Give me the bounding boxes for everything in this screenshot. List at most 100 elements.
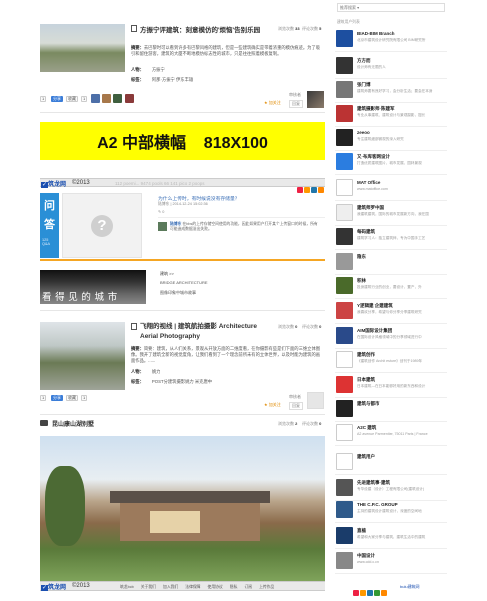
feature-kicker[interactable]: 建筑 >> [160, 271, 174, 277]
site-logo[interactable]: ✓筑龙网 [41, 179, 66, 188]
post2-thumbnail[interactable] [40, 322, 125, 390]
sidebar-user-item[interactable]: zeeoo 专注建筑细部微观的深入研究 [335, 128, 447, 150]
post1-follow-button[interactable]: ★ 加关注 [264, 100, 281, 106]
sidebar-user-item[interactable]: 建筑创作 《建筑创作 Archit esture》创刊于1989年 [335, 350, 447, 372]
footer-link[interactable]: 加入我们 [163, 585, 178, 589]
sidebar-user-item[interactable]: 直植 希望和大家分享与建筑，建筑生活中的建筑 [335, 526, 447, 548]
footer-link[interactable]: 关于我们 [141, 585, 156, 589]
footer-social-icons[interactable] [352, 583, 387, 601]
sidebar-user-item[interactable]: 方方而 设计师有无限的人 [335, 56, 447, 78]
user-logo-icon[interactable] [336, 351, 353, 368]
user-name[interactable]: 隐东 [357, 254, 366, 260]
post1-share-button[interactable]: 分享 [51, 96, 63, 102]
post1-avatar-2[interactable] [102, 94, 111, 103]
sidebar-user-item[interactable]: 每码建筑 建筑学习人：独立建筑师，专为中国手工艺 [335, 227, 447, 249]
sidebar-user-item[interactable]: 积林 投身建筑行业的创业，要设计，置产，外 [335, 276, 447, 298]
user-name[interactable]: A2C 建筑 [357, 425, 376, 431]
sidebar-user-item[interactable]: 张门博 建筑师要有良好学习，会分析生活；要会在本身 [335, 80, 447, 102]
qa-section-tag[interactable]: 问 答 125 Q&A [40, 193, 59, 258]
sidebar-user-item[interactable]: Y逻辑建 企建建筑 我喜欢分享，希望与你分享分享建筑研究 [335, 301, 447, 323]
post1-avatar-1[interactable] [91, 94, 100, 103]
user-name[interactable]: zeeoo [357, 130, 370, 135]
sidebar-user-item[interactable]: 隐东 [335, 252, 447, 274]
post2-title[interactable]: 飞翔的视线 | 建筑航拍摄影 Architecture Aerial Photo… [140, 322, 272, 342]
user-logo-icon[interactable] [336, 277, 353, 294]
sidebar-search[interactable]: 推荐搜索 ▾ [337, 3, 445, 12]
sidebar-user-item[interactable]: 建筑摄影师·陈建军 专业从事建筑、建筑设计与景观摄影，擅长 [335, 104, 447, 126]
post1-reply-button[interactable]: 回复 [289, 100, 303, 108]
user-logo-icon[interactable] [336, 302, 353, 319]
user-logo-icon[interactable] [336, 105, 353, 122]
sidebar-user-item[interactable]: THE C.P.C. GROUP 主持的建筑设计建筑设计，深度的空间地 [335, 500, 447, 522]
user-logo-icon[interactable] [336, 57, 353, 74]
qa-title[interactable]: 为什么上传时，有时候说没有存储量？ [158, 195, 240, 202]
sidebar-user-item[interactable]: AIM国际设计集团 在国际设计风格领域中的分享领域进行中 [335, 326, 447, 348]
user-logo-icon[interactable] [336, 327, 353, 344]
feature-image[interactable]: 看 得 见 的 城 市 [40, 270, 146, 304]
sidebar-user-item[interactable]: 中国设计 www.cdd.c.cn [335, 551, 447, 573]
sidebar-user-item[interactable]: BIAD-BIM Branch 北京市建筑设计研究院有限公司 BIM研究所 [335, 29, 447, 51]
user-logo-icon[interactable] [336, 424, 353, 441]
footer-right-brand[interactable]: bulu建筑网 [400, 584, 420, 590]
post2-reviewer-avatar[interactable] [307, 392, 324, 409]
user-logo-icon[interactable] [336, 81, 353, 98]
user-logo-icon[interactable] [336, 153, 353, 170]
user-name[interactable]: 建筑与都市 [357, 401, 380, 407]
footer-logo[interactable]: ✓筑龙网 [41, 582, 66, 591]
user-logo-icon[interactable] [336, 129, 353, 146]
user-name[interactable]: 建筑师罗中国 [357, 205, 384, 211]
user-name[interactable]: AIM国际设计集团 [357, 328, 392, 334]
user-logo-icon[interactable] [336, 228, 353, 245]
post2-share-button[interactable]: 分享 [51, 395, 63, 401]
user-name[interactable]: 直植 [357, 528, 366, 534]
user-name[interactable]: 建筑创作 [357, 352, 375, 358]
mid-banner-ad[interactable]: A2 中部横幅 818X100 [40, 122, 325, 160]
post2-fav-button[interactable]: 收藏 [66, 395, 78, 401]
footer-link[interactable]: 筑龙bcb [120, 585, 134, 589]
user-name[interactable]: 中国设计 [357, 553, 375, 559]
user-name[interactable]: Y逻辑建 企建建筑 [357, 303, 393, 309]
qa-placeholder-image[interactable]: ? [62, 193, 142, 258]
user-logo-icon[interactable] [336, 527, 353, 544]
user-name[interactable]: BIAD-BIM Branch [357, 31, 395, 36]
user-logo-icon[interactable] [336, 501, 353, 518]
sidebar-user-item[interactable]: 日本建筑 日本建筑—在日本能够好用的新东西和设计 [335, 375, 447, 397]
user-name[interactable]: THE C.P.C. GROUP [357, 502, 398, 507]
user-name[interactable]: 又·布库客网设计 [357, 154, 390, 160]
post3-title[interactable]: 昆山康山湖别墅 [52, 419, 94, 428]
social-icons[interactable] [296, 180, 324, 198]
user-logo-icon[interactable] [336, 453, 353, 470]
sidebar-user-item[interactable]: MAT Office www.matoffice.com [335, 178, 447, 200]
sidebar-user-item[interactable]: 先进建筑事·建筑 专华设建（设计）工程有限公司(建筑设计) [335, 478, 447, 500]
user-name[interactable]: 积林 [357, 278, 366, 284]
user-name[interactable]: 张门博 [357, 82, 371, 88]
sidebar-user-item[interactable]: A2C 建筑 A2 avenue Parmentier, 75011 Paris … [335, 423, 447, 445]
sidebar-user-item[interactable]: 建筑与都市 [335, 399, 447, 421]
user-name[interactable]: 方方而 [357, 58, 371, 64]
user-name[interactable]: 日本建筑 [357, 377, 375, 383]
post1-avatar-4[interactable] [125, 94, 134, 103]
footer-link[interactable]: 法律保障 [185, 585, 200, 589]
user-logo-icon[interactable] [336, 204, 353, 221]
footer-link[interactable]: 隐私 [230, 585, 238, 589]
user-logo-icon[interactable] [336, 400, 353, 417]
sidebar-user-item[interactable]: 建筑用户 [335, 452, 447, 474]
post1-reviewer-avatar[interactable] [307, 91, 324, 108]
user-logo-icon[interactable] [336, 376, 353, 393]
user-name[interactable]: 建筑用户 [357, 454, 375, 460]
post1-title[interactable]: 方振宁评建筑：刻意模仿的'烦恼'告别乐园 [140, 24, 260, 34]
post1-avatar-3[interactable] [113, 94, 122, 103]
user-name[interactable]: 建筑摄影师·陈建军 [357, 106, 395, 112]
user-logo-icon[interactable] [336, 30, 353, 47]
footer-link[interactable]: 上传作品 [259, 585, 274, 589]
user-logo-icon[interactable] [336, 479, 353, 496]
user-logo-icon[interactable] [336, 179, 353, 196]
user-name[interactable]: 先进建筑事·建筑 [357, 480, 390, 486]
user-logo-icon[interactable] [336, 253, 353, 270]
user-name[interactable]: 每码建筑 [357, 229, 375, 235]
user-logo-icon[interactable] [336, 552, 353, 569]
qa-reply-avatar[interactable] [158, 222, 167, 231]
post1-fav-button[interactable]: 收藏 [66, 96, 78, 102]
sidebar-user-item[interactable]: 建筑师罗中国 我建筑建筑，国际的城市发展新方向，我在国 [335, 203, 447, 225]
post2-reply-button[interactable]: 回复 [289, 402, 303, 410]
